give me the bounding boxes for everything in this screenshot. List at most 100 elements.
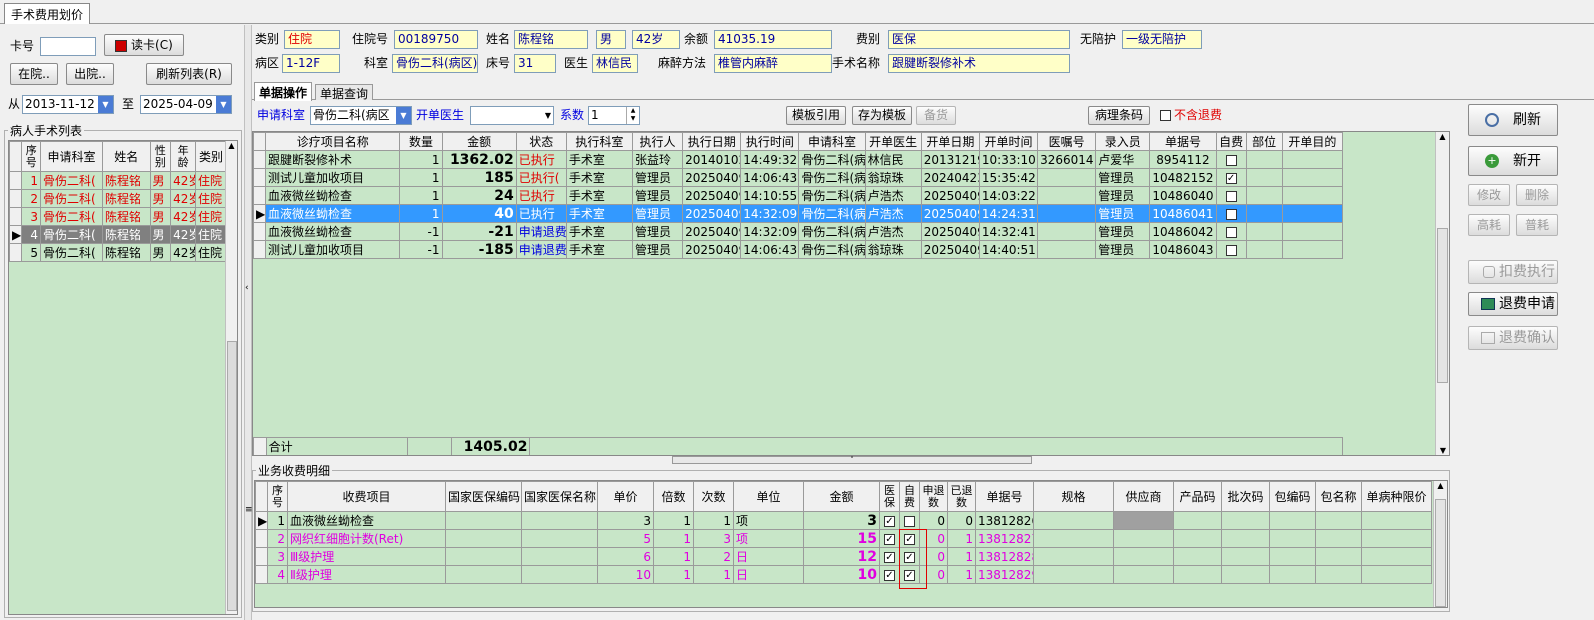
delete-button[interactable]: 删除 (1516, 184, 1558, 206)
table-row[interactable]: 测试儿童加收项目 1 185 已执行(手术室 管理员 20250409 14:06:43 骨伤… (253, 168, 1344, 187)
row-header[interactable] (255, 529, 268, 548)
col-item-name[interactable]: 诊疗项目名称 (265, 132, 401, 151)
self-pay-checkbox[interactable] (1215, 204, 1247, 223)
checkbox-icon[interactable] (1225, 226, 1237, 238)
row-header[interactable] (253, 168, 267, 187)
row-header[interactable] (253, 240, 267, 259)
row-header[interactable] (255, 565, 268, 584)
table-row[interactable]: 4 Ⅱ级护理 10 1 1 日 10 ✓ ✓ 0 1 13812829 (255, 565, 1432, 584)
checkbox-icon[interactable]: ✓ (884, 515, 895, 527)
table-row[interactable]: 血液微丝蚴检查 1 24 已执行 手术室 管理员 20250409 14:10:55 骨伤二科(… (253, 186, 1344, 205)
col-age[interactable]: 年龄 (170, 141, 196, 172)
self-pay-checkbox[interactable] (1215, 222, 1247, 241)
col-exec-time[interactable]: 执行时间 (740, 132, 800, 151)
checkbox-icon[interactable] (1225, 154, 1237, 166)
col-bill-time[interactable]: 开单时间 (978, 132, 1039, 151)
col-order-no[interactable]: 医嘱号 (1037, 132, 1097, 151)
pathology-barcode-button[interactable]: 病理条码 (1088, 106, 1150, 125)
col-qty[interactable]: 数量 (399, 132, 443, 151)
row-header[interactable] (9, 207, 23, 226)
col-no[interactable]: 序号 (21, 141, 41, 172)
table-row-selected[interactable]: ▶ 血液微丝蚴检查 1 40 已执行 手术室 管理员 20250409 14:32:09 骨伤二科… (253, 204, 1344, 223)
scroll-up-icon[interactable]: ▲ (226, 141, 237, 150)
tab-bill-operation[interactable]: 单据操作 (254, 82, 313, 101)
refresh-list-button[interactable]: 刷新列表(R) (146, 63, 232, 85)
col-req-refund[interactable]: 申退数 (919, 481, 948, 512)
col-product-code[interactable]: 产品码 (1173, 481, 1222, 512)
to-date-picker[interactable]: 2025-04-09 ▼ (140, 95, 232, 114)
col-exec-dept[interactable]: 执行科室 (565, 132, 634, 151)
table-row[interactable]: 1 骨伤二科( 陈程铭 男 42岁 住院 (9, 171, 228, 190)
table-row[interactable]: ▶ 1 血液微丝蚴检查 3 1 1 项 3 ✓ 0 0 13812826 (255, 511, 1432, 530)
table-row[interactable]: 2 骨伤二科( 陈程铭 男 42岁 住院 (9, 189, 228, 208)
col-refunded[interactable]: 已退数 (947, 481, 976, 512)
row-header[interactable] (9, 189, 23, 208)
refund-apply-button[interactable]: 退费申请 (1468, 292, 1558, 316)
read-card-button[interactable]: 读卡(C) (104, 34, 184, 56)
checkbox-icon[interactable] (1225, 208, 1237, 220)
col-exec-date[interactable]: 执行日期 (682, 132, 742, 151)
col-ins-code[interactable]: 国家医保编码 (445, 481, 522, 512)
col-fee-item[interactable]: 收费项目 (287, 481, 446, 512)
col-apply-dept[interactable]: 申请科室 (798, 132, 866, 151)
scroll-down-icon[interactable]: ▼ (1436, 446, 1449, 455)
row-header[interactable] (253, 186, 267, 205)
col-doc-no[interactable]: 单据号 (1149, 132, 1217, 151)
col-doctor[interactable]: 开单医生 (864, 132, 922, 151)
col-ins-name[interactable]: 国家医保名称 (521, 481, 598, 512)
from-date-picker[interactable]: 2013-11-12 ▼ (22, 95, 114, 114)
row-header[interactable] (253, 222, 267, 241)
insurance-checkbox[interactable]: ✓ (879, 511, 900, 530)
vertical-splitter[interactable]: ‹ ≡ (244, 25, 253, 620)
row-pointer-icon[interactable]: ▶ (253, 204, 267, 223)
col-times[interactable]: 次数 (693, 481, 734, 512)
in-hospital-button[interactable]: 在院.. (10, 63, 58, 85)
col-multiple[interactable]: 倍数 (653, 481, 694, 512)
horizontal-splitter[interactable]: ˅ (672, 456, 1032, 464)
col-dept[interactable]: 申请科室 (39, 141, 103, 172)
consumable-button[interactable]: 普耗 (1516, 214, 1558, 236)
no-refund-checkbox[interactable] (1160, 110, 1171, 121)
doctor-select[interactable]: ▼ (470, 106, 554, 125)
factor-spinner[interactable]: 1 ▲ ▼ (588, 106, 640, 125)
out-hospital-button[interactable]: 出院.. (66, 63, 114, 85)
col-supplier[interactable]: 供应商 (1113, 481, 1174, 512)
checkbox-icon[interactable]: ✓ (884, 533, 895, 545)
col-status[interactable]: 状态 (515, 132, 567, 151)
col-amount[interactable]: 金额 (441, 132, 517, 151)
template-use-button[interactable]: 模板引用 (786, 106, 846, 125)
detail-vertical-scrollbar[interactable]: ▲ (1433, 481, 1447, 607)
col-batch-code[interactable]: 批次码 (1221, 481, 1270, 512)
insurance-checkbox[interactable]: ✓ (879, 547, 900, 566)
high-cost-button[interactable]: 高耗 (1468, 214, 1510, 236)
col-self-pay[interactable]: 自费 (1215, 132, 1247, 151)
checkbox-icon[interactable] (904, 515, 915, 527)
deduct-exec-button[interactable]: 扣费执行 (1468, 260, 1558, 284)
table-row[interactable]: 测试儿童加收项目 -1 -185 申请退费 手术室 管理员 20250409 14:06:43… (253, 240, 1344, 259)
col-type[interactable]: 类别 (194, 141, 228, 172)
table-row[interactable]: 跟腱断裂修补术 1 1362.02 已执行 手术室 张益玲 20140102 14:49:32… (253, 150, 1344, 169)
save-template-button[interactable]: 存为模板 (852, 106, 912, 125)
self-pay-checkbox[interactable] (1215, 186, 1247, 205)
checkbox-icon[interactable]: ✓ (884, 569, 895, 581)
scroll-thumb[interactable] (227, 341, 237, 611)
insurance-checkbox[interactable]: ✓ (879, 565, 900, 584)
stock-button[interactable]: 备货 (916, 106, 956, 125)
insurance-checkbox[interactable]: ✓ (879, 529, 900, 548)
col-amount[interactable]: 金额 (803, 481, 880, 512)
col-doc-no[interactable]: 单据号 (975, 481, 1034, 512)
table-row[interactable]: 血液微丝蚴检查 -1 -21 申请退费 手术室 管理员 20250409 14:32:09 骨伤… (253, 222, 1344, 241)
table-row[interactable]: 3 骨伤二科( 陈程铭 男 42岁 住院 (9, 207, 228, 226)
apply-dept-select[interactable]: 骨伤二科(病区 ▼ (310, 106, 412, 125)
table-row[interactable]: 2 网织红细胞计数(Ret) 5 1 3 项 15 ✓ ✓ 0 1 13812827 (255, 529, 1432, 548)
card-input[interactable] (40, 37, 96, 56)
row-pointer-icon[interactable]: ▶ (9, 225, 23, 244)
self-pay-checkbox[interactable]: ✓ (1215, 168, 1247, 187)
col-spec[interactable]: 规格 (1033, 481, 1114, 512)
checkbox-icon[interactable] (1225, 190, 1237, 202)
spinner-icon[interactable]: ▲ ▼ (626, 107, 639, 124)
col-clerk[interactable]: 录入员 (1095, 132, 1151, 151)
splitter-arrow-icon[interactable]: ‹ (245, 283, 249, 293)
refund-confirm-button[interactable]: 退费确认 (1468, 326, 1558, 350)
scroll-up-icon[interactable]: ▲ (1436, 132, 1449, 141)
